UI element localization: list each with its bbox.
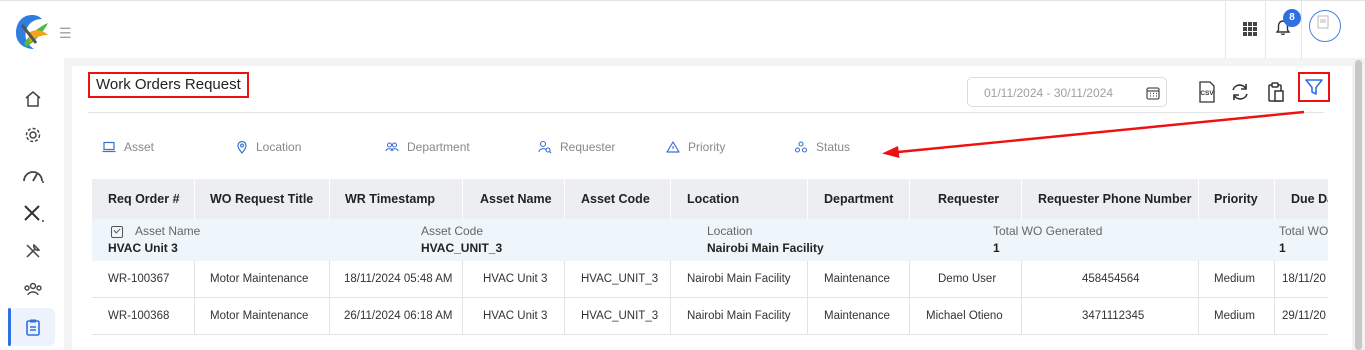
apps-grid-icon[interactable] bbox=[1243, 22, 1257, 36]
table-cell: 18/11/2024 05:48 AM bbox=[330, 261, 463, 298]
clipboard-icon bbox=[25, 319, 40, 336]
table-cell: 3471112345 bbox=[1022, 298, 1199, 335]
table-cell: Demo User bbox=[910, 261, 1022, 298]
table-cell: 26/11/2024 06:18 AM bbox=[330, 298, 463, 335]
table-cell: Medium bbox=[1199, 261, 1275, 298]
group-expand-checkbox[interactable] bbox=[111, 226, 123, 238]
table-cell: Maintenance bbox=[808, 261, 910, 298]
table-cell: Motor Maintenance bbox=[195, 298, 330, 335]
group-label: Location bbox=[707, 224, 753, 238]
table-cell: 29/11/20 bbox=[1275, 298, 1328, 335]
table-cell: Maintenance bbox=[808, 298, 910, 335]
wrench-icon bbox=[26, 243, 41, 258]
sidebar-item-home[interactable] bbox=[20, 86, 46, 112]
user-avatar[interactable] bbox=[1309, 10, 1341, 42]
table-cell: HVAC_UNIT_3 bbox=[565, 261, 671, 298]
column-header[interactable]: Asset Code bbox=[565, 179, 671, 219]
table-cell: WR-100367 bbox=[92, 261, 195, 298]
avatar-image-icon bbox=[1317, 15, 1329, 29]
home-icon bbox=[25, 91, 41, 107]
column-header[interactable]: Req Order # bbox=[92, 179, 195, 219]
top-divider bbox=[1225, 1, 1226, 59]
column-header[interactable]: Requester bbox=[910, 179, 1022, 219]
group-label: Total WO bbox=[1279, 224, 1328, 238]
menu-toggle-icon[interactable]: ☰ bbox=[59, 25, 72, 42]
tools-icon bbox=[24, 205, 44, 222]
annotation-arrow bbox=[882, 110, 1305, 158]
column-header[interactable]: Priority bbox=[1199, 179, 1275, 219]
group-value: 1 bbox=[993, 241, 1000, 255]
sidebar-item-maintenance[interactable] bbox=[20, 238, 46, 264]
main-card: Work Orders Request 01/11/2024 - 30/11/2… bbox=[72, 66, 1352, 350]
group-value: HVAC Unit 3 bbox=[108, 241, 178, 255]
table-cell: Motor Maintenance bbox=[195, 261, 330, 298]
table-row[interactable]: WR-100368 Motor Maintenance 26/11/2024 0… bbox=[92, 298, 1328, 335]
column-header[interactable]: Location bbox=[671, 179, 808, 219]
table-row[interactable]: WR-100367 Motor Maintenance 18/11/2024 0… bbox=[92, 261, 1328, 298]
table-cell: Michael Otieno bbox=[910, 298, 1022, 335]
group-row[interactable]: Asset Name HVAC Unit 3 Asset Code HVAC_U… bbox=[92, 219, 1328, 261]
table-cell: Nairobi Main Facility bbox=[671, 261, 808, 298]
group-label: Asset Name bbox=[135, 224, 201, 238]
top-bar: ☰ 8 bbox=[0, 0, 1365, 59]
table-header: Req Order # WO Request Title WR Timestam… bbox=[92, 179, 1328, 219]
table-cell: 458454564 bbox=[1022, 261, 1199, 298]
group-value: HVAC_UNIT_3 bbox=[421, 241, 503, 255]
gear-icon bbox=[25, 127, 41, 143]
work-orders-table: Req Order # WO Request Title WR Timestam… bbox=[92, 179, 1328, 337]
sidebar-item-tools[interactable] bbox=[20, 200, 46, 226]
group-label: Asset Code bbox=[421, 224, 484, 238]
sidebar-item-team[interactable] bbox=[20, 276, 46, 302]
sidebar-item-dashboard[interactable] bbox=[20, 162, 46, 188]
table-cell: HVAC Unit 3 bbox=[463, 261, 565, 298]
top-divider bbox=[1265, 1, 1266, 59]
sidebar bbox=[0, 58, 64, 350]
page-scrollbar[interactable] bbox=[1352, 58, 1365, 350]
scrollbar-thumb[interactable] bbox=[1355, 60, 1362, 350]
table-cell: Nairobi Main Facility bbox=[671, 298, 808, 335]
gauge-icon bbox=[23, 171, 44, 183]
top-divider bbox=[1301, 1, 1302, 59]
notification-badge: 8 bbox=[1283, 9, 1301, 27]
sidebar-item-settings[interactable] bbox=[20, 122, 46, 148]
column-header[interactable]: Requester Phone Number bbox=[1022, 179, 1199, 219]
group-value: Nairobi Main Facility bbox=[707, 241, 824, 255]
column-header[interactable]: Asset Name bbox=[463, 179, 565, 219]
column-header[interactable]: WO Request Title bbox=[195, 179, 330, 219]
group-label: Total WO Generated bbox=[993, 224, 1103, 238]
table-cell: Medium bbox=[1199, 298, 1275, 335]
table-cell: HVAC Unit 3 bbox=[463, 298, 565, 335]
table-cell: HVAC_UNIT_3 bbox=[565, 298, 671, 335]
table-cell: 18/11/20 bbox=[1275, 261, 1328, 298]
column-header[interactable]: WR Timestamp bbox=[330, 179, 463, 219]
group-value: 1 bbox=[1279, 241, 1286, 255]
table-cell: WR-100368 bbox=[92, 298, 195, 335]
column-header[interactable]: Department bbox=[808, 179, 910, 219]
app-logo-icon[interactable] bbox=[14, 13, 50, 51]
column-header[interactable]: Due Da bbox=[1275, 179, 1328, 219]
sidebar-item-work-requests[interactable] bbox=[8, 308, 55, 346]
team-icon bbox=[24, 282, 42, 296]
